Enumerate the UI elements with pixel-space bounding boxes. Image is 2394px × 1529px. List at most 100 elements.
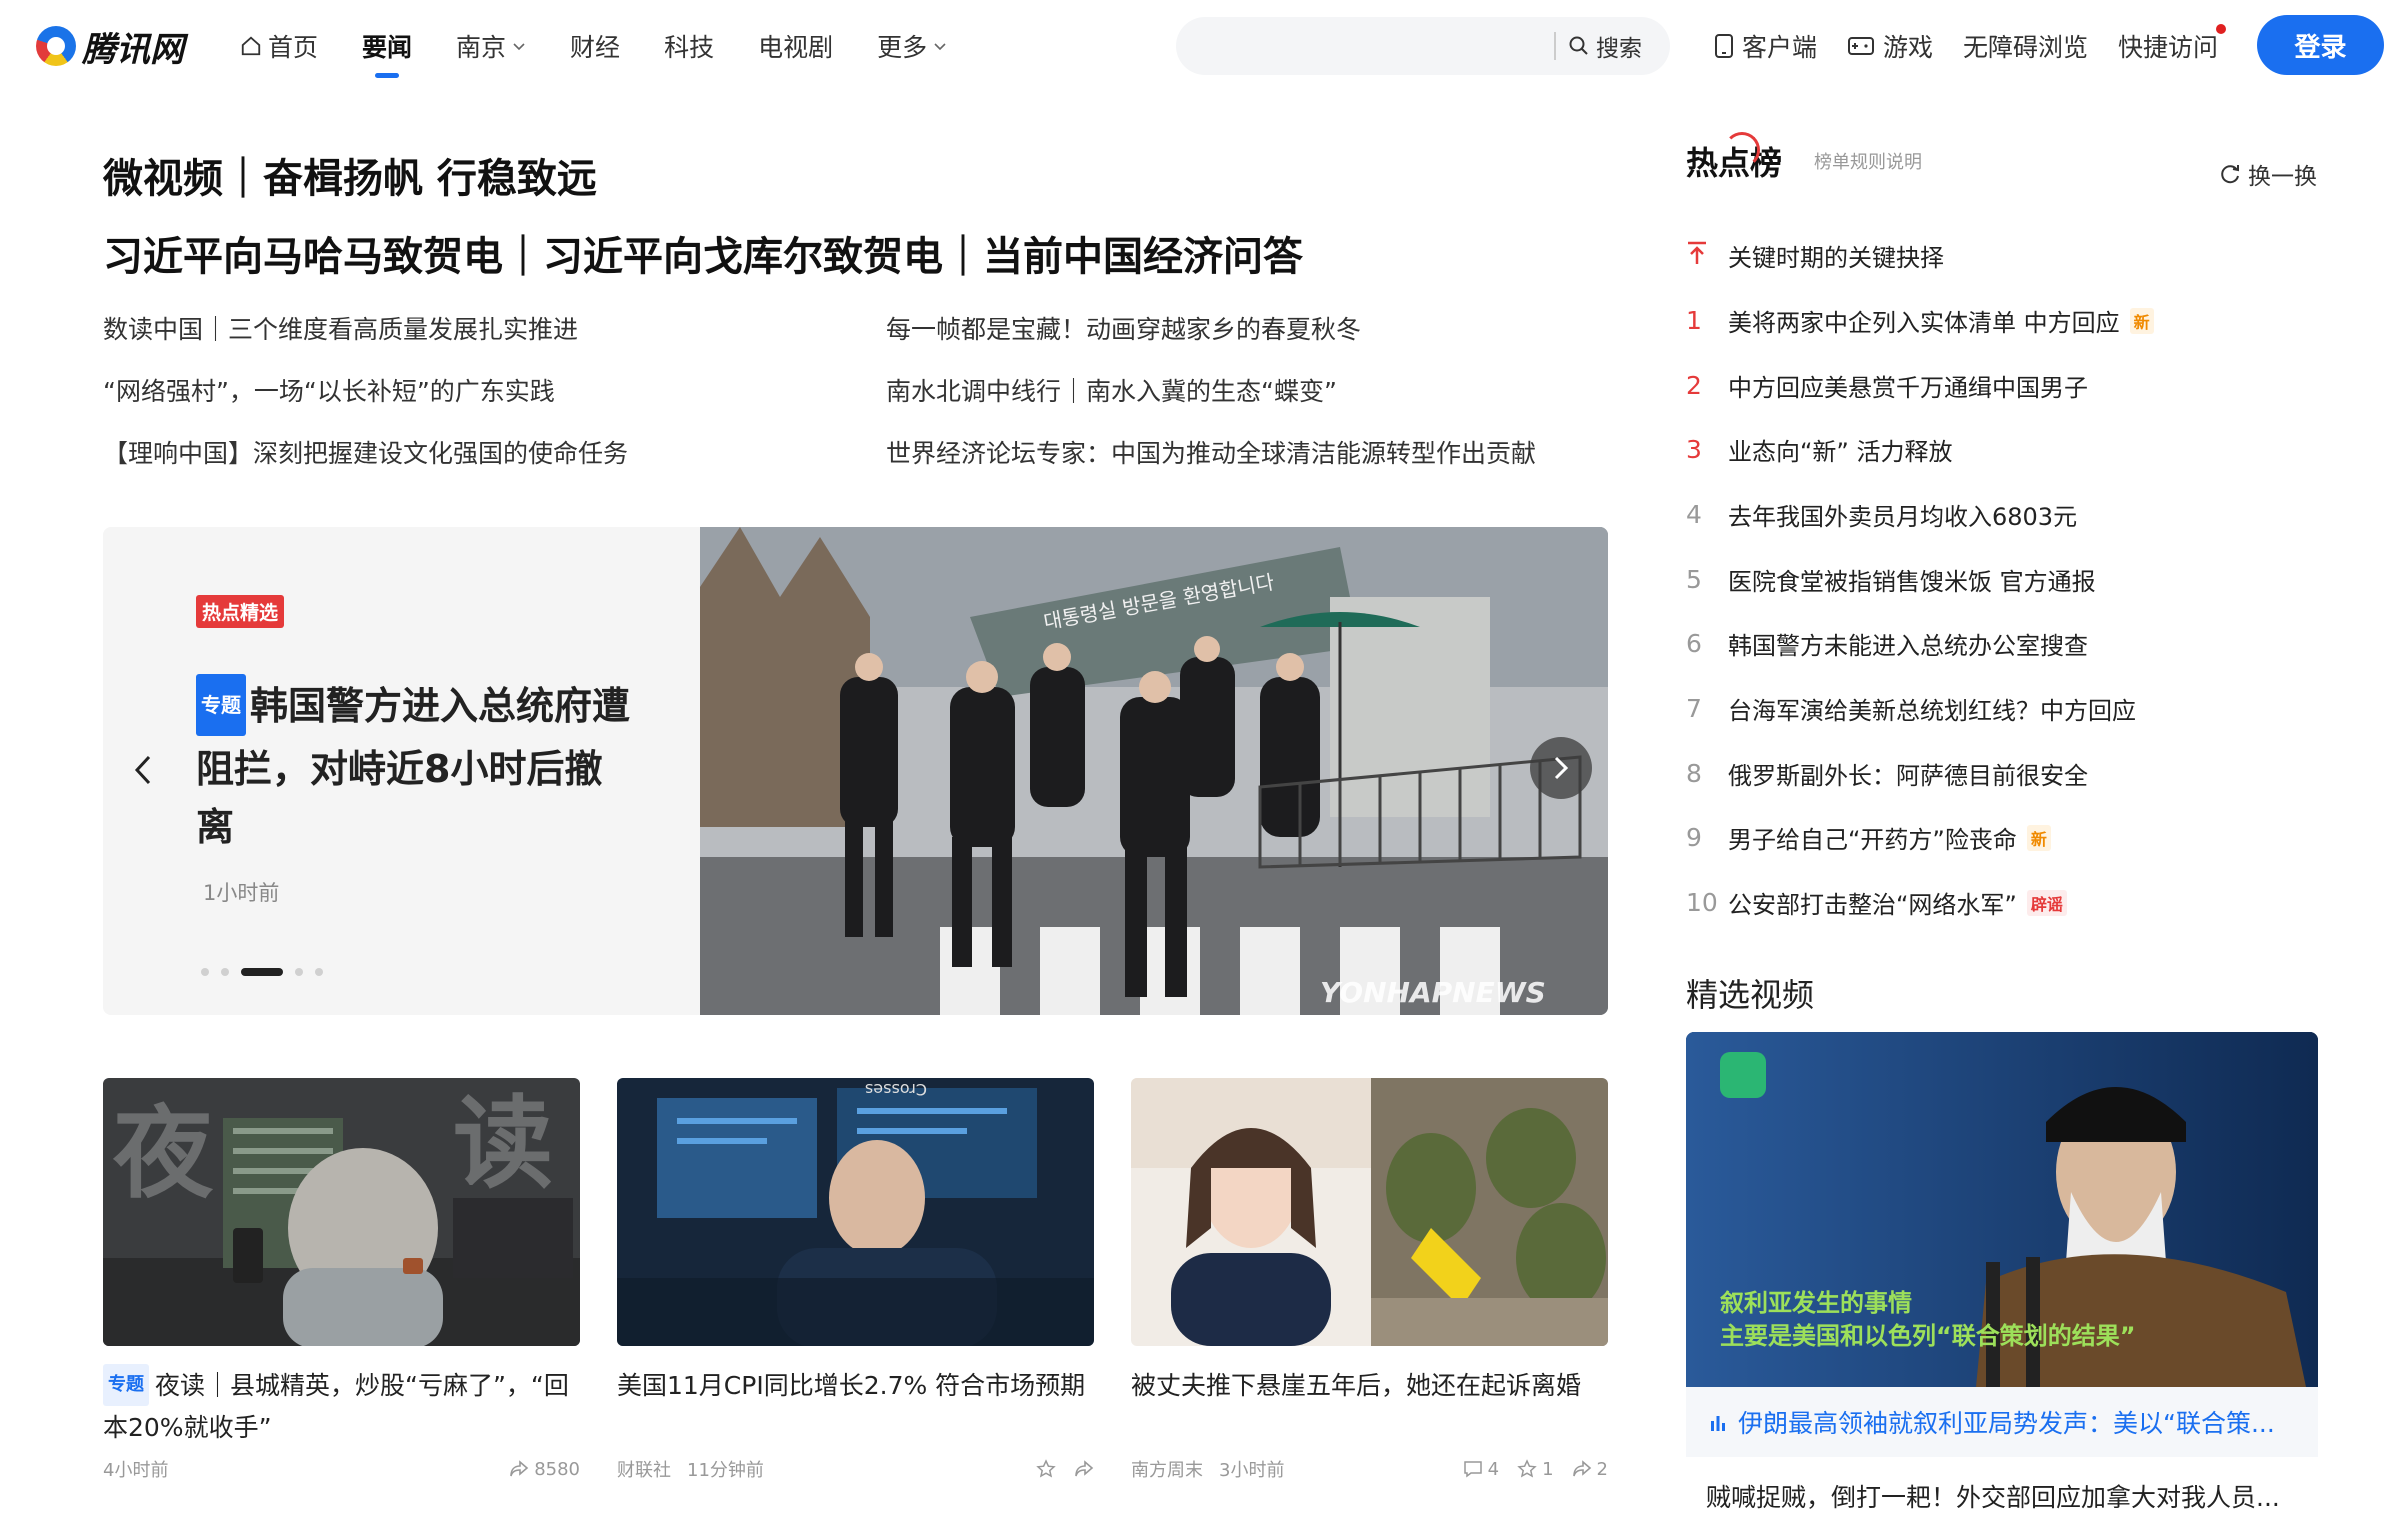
hot-rank: 7	[1686, 694, 1702, 723]
notification-dot	[2216, 24, 2227, 34]
site-logo[interactable]: 腾讯网	[36, 20, 184, 72]
card-title[interactable]: 被丈夫推下悬崖五年后，她还在起诉离婚	[1131, 1366, 1608, 1406]
share-button[interactable]	[1074, 1460, 1094, 1478]
nav-tech[interactable]: 科技	[664, 28, 714, 64]
news-link[interactable]: 世界经济论坛专家：中国为推动全球清洁能源转型作出贡献	[886, 434, 1536, 470]
watermark-text: YONHAPNEWS	[1320, 976, 1546, 1009]
hot-rank: 5	[1686, 565, 1702, 594]
card-thumbnail[interactable]	[1131, 1078, 1608, 1346]
news-card[interactable]: 夜 读 专题 夜读｜县城精英，炒股“亏麻了”，“回本20%就收手” 4小时前 85…	[103, 1078, 580, 1481]
search-button[interactable]: 搜索	[1568, 29, 1642, 63]
hot-rank: 6	[1686, 629, 1702, 658]
carousel-dot[interactable]	[315, 968, 323, 976]
comment-button[interactable]: 4	[1463, 1459, 1499, 1480]
share-button[interactable]: 2	[1572, 1459, 1608, 1480]
share-button[interactable]: 8580	[509, 1459, 580, 1480]
headline-secondary[interactable]: 习近平向马哈马致贺电｜习近平向戈库尔致贺电｜当前中国经济问答	[103, 224, 1303, 282]
carousel-image[interactable]: 대통령실 방문을 환영합니다 YONHAPNEWS	[700, 527, 1608, 1015]
svg-text:Crosses: Crosses	[865, 1080, 927, 1099]
share-icon	[510, 1460, 529, 1477]
card-thumbnail[interactable]: Crosses	[617, 1078, 1094, 1346]
favorite-button[interactable]: 1	[1517, 1459, 1554, 1480]
hot-ring-icon	[1724, 132, 1760, 168]
featured-video-player[interactable]: 叙利亚发生的事情 主要是美国和以色列“联合策划的结果”	[1686, 1032, 2318, 1387]
card-thumbnail[interactable]: 夜 读	[103, 1078, 580, 1346]
share-icon	[1572, 1460, 1591, 1477]
video-next-link[interactable]: 贼喊捉贼，倒打一耙！外交部回应加拿大对我人员...	[1706, 1478, 2280, 1514]
share-count: 2	[1596, 1458, 1608, 1480]
hot-item[interactable]: 2 中方回应美悬赏千万通缉中国男子	[1686, 368, 2088, 403]
card-time: 11分钟前	[687, 1460, 764, 1481]
hot-item[interactable]: 10 公安部打击整治“网络水军” 辟谣	[1686, 885, 2067, 920]
hot-item-title: 台海军演给美新总统划红线？中方回应	[1728, 697, 2136, 725]
news-link[interactable]: 南水北调中线行｜南水入冀的生态“蝶变”	[886, 372, 1337, 408]
nav-home[interactable]: 首页	[240, 28, 318, 64]
search-icon	[1569, 36, 1588, 55]
login-button[interactable]: 登录	[2257, 15, 2384, 75]
hot-item[interactable]: 8 俄罗斯副外长：阿萨德目前很安全	[1686, 756, 2088, 791]
refresh-button[interactable]: 换一换	[2218, 157, 2317, 191]
news-link[interactable]: 数读中国｜三个维度看高质量发展扎实推进	[103, 310, 578, 346]
nav-news-label: 要闻	[362, 33, 413, 62]
nav-tv-label: 电视剧	[758, 33, 834, 62]
tencent-logo-icon	[36, 26, 76, 66]
new-badge: 新	[2129, 307, 2154, 334]
card-source: 财联社	[617, 1460, 671, 1481]
video-caption-line: 主要是美国和以色列“联合策划的结果”	[1720, 1322, 2136, 1350]
hot-item[interactable]: 6 韩国警方未能进入总统办公室搜查	[1686, 626, 2088, 661]
news-link[interactable]: 每一帧都是宝藏！动画穿越家乡的春夏秋冬	[886, 310, 1361, 346]
carousel-title: 韩国警方进入总统府遭阻拦，对峙近8小时后撤离	[196, 684, 631, 849]
card-time: 3小时前	[1219, 1460, 1285, 1481]
hot-rule-link[interactable]: 榜单规则说明	[1814, 148, 1922, 174]
news-link[interactable]: “网络强村”，一场“以长补短”的广东实践	[103, 372, 555, 408]
card-meta: 4小时前 8580	[103, 1456, 580, 1482]
carousel-dot[interactable]	[221, 968, 229, 976]
nav-more[interactable]: 更多	[877, 28, 947, 64]
nav-news[interactable]: 要闻	[362, 28, 412, 64]
news-card[interactable]: 被丈夫推下悬崖五年后，她还在起诉离婚 南方周末 3小时前 4 1 2	[1131, 1078, 1608, 1481]
hot-item-title: 男子给自己“开药方”险丧命	[1728, 826, 2017, 854]
hot-item[interactable]: 1 美将两家中企列入实体清单 中方回应新	[1686, 303, 2154, 338]
nav-nanjing-label: 南京	[456, 33, 507, 62]
card-title[interactable]: 美国11月CPI同比增长2.7% 符合市场预期	[617, 1366, 1094, 1406]
hot-item[interactable]: 7 台海军演给美新总统划红线？中方回应	[1686, 691, 2136, 726]
video-title-link[interactable]: 伊朗最高领袖就叙利亚局势发声：美以“联合策...	[1686, 1387, 2318, 1457]
hot-item-title: 去年我国外卖员月均收入6803元	[1728, 503, 2078, 531]
favorite-button[interactable]	[1036, 1459, 1056, 1479]
refresh-label: 换一换	[2248, 164, 2317, 190]
hot-item-title: 中方回应美悬赏千万通缉中国男子	[1728, 374, 2088, 402]
news-link[interactable]: 【理响中国】深刻把握建设文化强国的使命任务	[103, 434, 628, 470]
nav-tv[interactable]: 电视剧	[758, 28, 833, 64]
carousel-dot-active[interactable]	[241, 968, 283, 976]
logo-text: 腾讯网	[82, 29, 184, 70]
hot-item[interactable]: 5 医院食堂被指销售馊米饭 官方通报	[1686, 562, 2096, 597]
chevron-left-icon[interactable]	[125, 745, 161, 795]
accessibility-link[interactable]: 无障碍浏览	[1963, 28, 2088, 64]
client-link[interactable]: 客户端	[1714, 28, 1817, 64]
gamepad-icon	[1848, 37, 1875, 55]
refresh-icon	[2221, 165, 2239, 184]
video-title-text: 伊朗最高领袖就叙利亚局势发声：美以“联合策...	[1738, 1409, 2275, 1438]
hot-item[interactable]: 4 去年我国外卖员月均收入6803元	[1686, 497, 2077, 532]
hot-item-pinned[interactable]: 关键时期的关键抉择	[1686, 238, 1944, 273]
news-card[interactable]: Crosses 美国11月CPI同比增长2.7% 符合市场预期 财联社 11分钟前	[617, 1078, 1094, 1481]
hot-rank: 9	[1686, 823, 1702, 852]
hot-item[interactable]: 9 男子给自己“开药方”险丧命新	[1686, 820, 2051, 855]
headline-primary[interactable]: 微视频｜奋楫扬帆 行稳致远	[103, 146, 597, 204]
carousel-dot[interactable]	[295, 968, 303, 976]
nav-finance[interactable]: 财经	[570, 28, 620, 64]
comment-icon	[1463, 1461, 1482, 1478]
chevron-down-icon	[513, 43, 525, 51]
hot-item[interactable]: 3 业态向“新” 活力释放	[1686, 432, 1953, 467]
nav-nanjing[interactable]: 南京	[456, 28, 526, 64]
search-button-label: 搜索	[1596, 36, 1642, 62]
games-link[interactable]: 游戏	[1847, 28, 1933, 64]
search-input[interactable]	[1176, 17, 1554, 75]
carousel-next-button[interactable]	[1530, 737, 1592, 799]
trader-image: Crosses	[617, 1078, 1094, 1346]
carousel-title-link[interactable]: 专题 韩国警方进入总统府遭阻拦，对峙近8小时后撤离	[196, 673, 636, 856]
quick-access-link[interactable]: 快捷访问	[2118, 24, 2227, 64]
card-title-link[interactable]: 专题 夜读｜县城精英，炒股“亏麻了”，“回本20%就收手”	[103, 1364, 580, 1448]
hot-item-title: 美将两家中企列入实体清单 中方回应	[1728, 309, 2120, 337]
carousel-dot[interactable]	[201, 968, 209, 976]
